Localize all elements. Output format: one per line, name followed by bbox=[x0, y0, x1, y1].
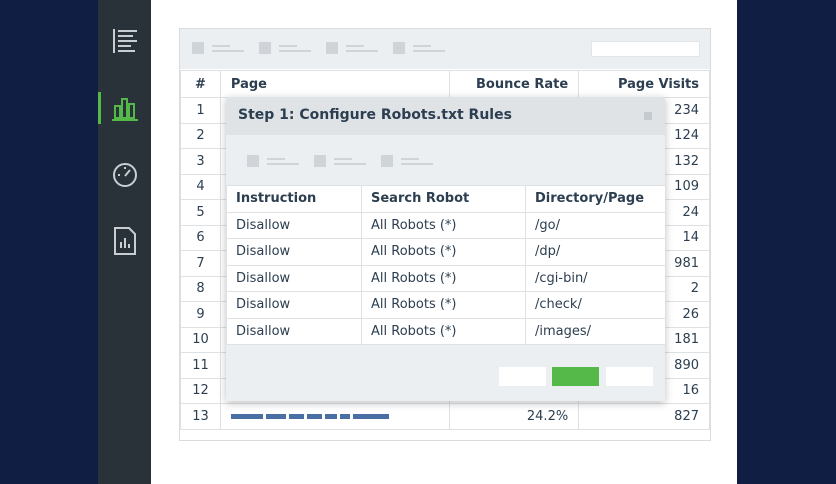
modal-title: Step 1: Configure Robots.txt Rules bbox=[238, 107, 512, 123]
row-number: 13 bbox=[180, 403, 221, 430]
row-number: 2 bbox=[180, 122, 221, 149]
modal-header: Step 1: Configure Robots.txt Rules bbox=[226, 97, 665, 135]
header-page-visits[interactable]: Page Visits bbox=[578, 70, 710, 98]
rule-row[interactable]: Disallow All Robots (*)/dp/ bbox=[226, 238, 666, 266]
rule-instruction: Disallow bbox=[226, 238, 362, 266]
search-input[interactable] bbox=[591, 41, 700, 57]
page-link-placeholder bbox=[339, 413, 350, 419]
rule-row[interactable]: Disallow All Robots (*)/check/ bbox=[226, 291, 666, 319]
page-link-placeholder bbox=[230, 413, 263, 419]
gauge-icon bbox=[112, 163, 137, 187]
row-number: 9 bbox=[180, 301, 221, 328]
rule-directory: /images/ bbox=[525, 317, 666, 345]
rule-directory: /check/ bbox=[525, 291, 666, 319]
sidebar-item-analytics[interactable] bbox=[98, 88, 151, 128]
page-link-placeholder bbox=[324, 413, 337, 419]
robots-config-modal: Step 1: Configure Robots.txt Rules Instr… bbox=[226, 97, 666, 401]
header-instruction: Instruction bbox=[226, 185, 362, 213]
cancel-button[interactable] bbox=[606, 367, 653, 386]
header-num[interactable]: # bbox=[180, 70, 221, 98]
bar-chart-icon bbox=[111, 98, 138, 121]
header-directory: Directory/Page bbox=[525, 185, 666, 213]
rule-search-robot: All Robots (*) bbox=[361, 264, 526, 292]
header-page[interactable]: Page bbox=[219, 70, 451, 98]
sidebar-item-list[interactable] bbox=[98, 21, 151, 61]
robots-rules-table: Instruction Search Robot Directory/Page … bbox=[226, 185, 666, 345]
table-row[interactable]: 13 24.2% 827 bbox=[180, 403, 710, 430]
sidebar-item-dashboard[interactable] bbox=[98, 155, 151, 195]
table-header-row: # Page Bounce Rate Page Visits bbox=[180, 70, 710, 98]
row-number: 7 bbox=[180, 250, 221, 277]
row-number: 10 bbox=[180, 326, 221, 353]
rule-search-robot: All Robots (*) bbox=[361, 238, 526, 266]
page-link-placeholder bbox=[288, 413, 304, 419]
header-bounce-rate[interactable]: Bounce Rate bbox=[449, 70, 580, 98]
secondary-button[interactable] bbox=[499, 367, 546, 386]
row-number: 5 bbox=[180, 199, 221, 226]
row-page[interactable] bbox=[219, 403, 451, 430]
rule-directory: /go/ bbox=[525, 211, 666, 239]
row-number: 12 bbox=[180, 377, 221, 404]
rule-directory: /dp/ bbox=[525, 238, 666, 266]
page-link-placeholder bbox=[265, 413, 286, 419]
page-link-placeholder bbox=[306, 413, 322, 419]
row-number: 11 bbox=[180, 352, 221, 379]
modal-header-row: Instruction Search Robot Directory/Page bbox=[226, 185, 666, 213]
rule-search-robot: All Robots (*) bbox=[361, 211, 526, 239]
rule-instruction: Disallow bbox=[226, 264, 362, 292]
row-number: 6 bbox=[180, 224, 221, 251]
row-page-visits: 827 bbox=[578, 403, 710, 430]
rule-instruction: Disallow bbox=[226, 211, 362, 239]
header-search-robot: Search Robot bbox=[361, 185, 526, 213]
row-number: 4 bbox=[180, 173, 221, 200]
list-icon bbox=[112, 29, 137, 53]
confirm-button[interactable] bbox=[552, 367, 599, 386]
row-number: 1 bbox=[180, 97, 221, 124]
sidebar-item-reports[interactable] bbox=[98, 221, 151, 261]
rule-search-robot: All Robots (*) bbox=[361, 317, 526, 345]
page-link-placeholder bbox=[352, 413, 389, 419]
rule-row[interactable]: Disallow All Robots (*)/cgi-bin/ bbox=[226, 264, 666, 292]
rule-row[interactable]: Disallow All Robots (*)/go/ bbox=[226, 211, 666, 239]
row-bounce-rate: 24.2% bbox=[449, 403, 580, 430]
row-number: 8 bbox=[180, 275, 221, 302]
rule-search-robot: All Robots (*) bbox=[361, 291, 526, 319]
table-toolbar bbox=[180, 29, 710, 69]
rule-directory: /cgi-bin/ bbox=[525, 264, 666, 292]
rule-row[interactable]: Disallow All Robots (*)/images/ bbox=[226, 317, 666, 345]
app-content: # Page Bounce Rate Page Visits 1 234 2 124 3… bbox=[151, 0, 737, 484]
rule-instruction: Disallow bbox=[226, 317, 362, 345]
report-icon bbox=[113, 227, 136, 255]
rule-instruction: Disallow bbox=[226, 291, 362, 319]
sidebar bbox=[98, 0, 151, 484]
row-number: 3 bbox=[180, 148, 221, 175]
close-icon[interactable] bbox=[644, 112, 652, 120]
